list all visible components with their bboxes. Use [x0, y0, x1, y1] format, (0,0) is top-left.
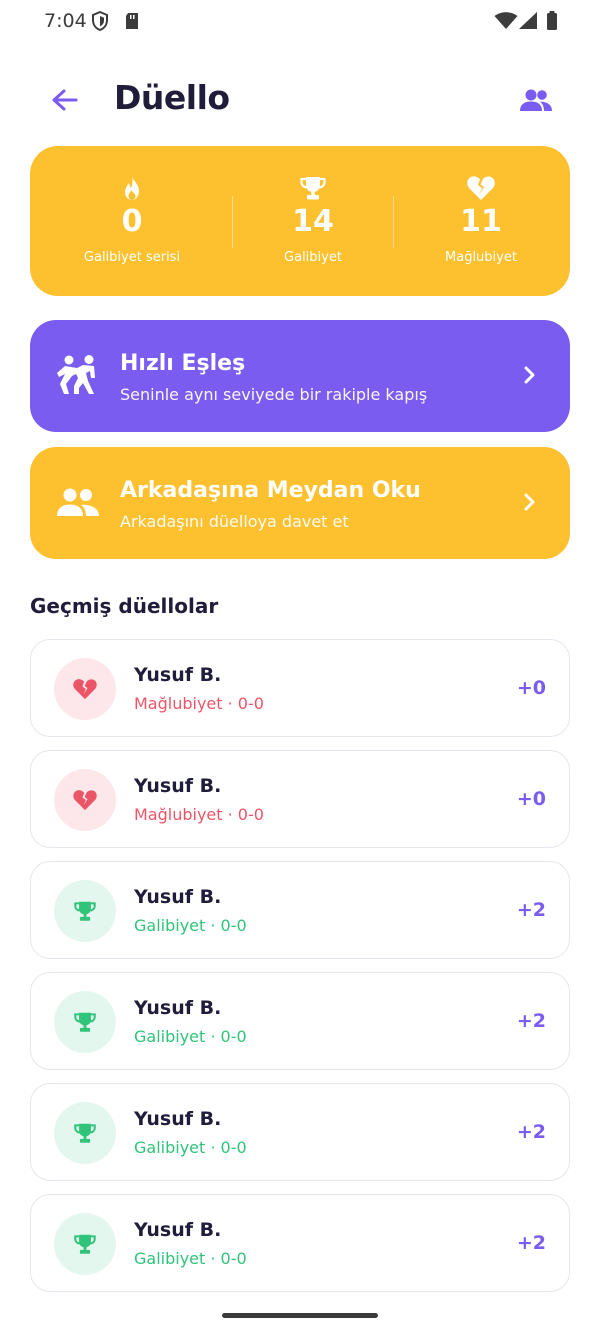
people-icon	[520, 89, 552, 111]
history-list: Yusuf B. Mağlubiyet · 0-0 +0 Yusuf B. Ma…	[30, 639, 570, 1305]
broken-heart-icon	[73, 790, 97, 811]
duel-result: Galibiyet · 0-0	[134, 1249, 247, 1268]
signal-icon	[518, 12, 538, 34]
broken-heart-icon	[467, 176, 495, 200]
duel-points: +2	[516, 1232, 546, 1254]
loss-badge	[54, 658, 116, 720]
opponent-name: Yusuf B.	[134, 1219, 222, 1241]
quick-match-button[interactable]: Hızlı Eşleş Seninle aynı seviyede bir ra…	[30, 320, 570, 432]
page-title: Düello	[114, 78, 230, 117]
duel-points: +2	[516, 899, 546, 921]
duel-history-item[interactable]: Yusuf B. Galibiyet · 0-0 +2	[30, 1194, 570, 1292]
duel-result: Mağlubiyet · 0-0	[134, 805, 264, 824]
opponent-name: Yusuf B.	[134, 886, 222, 908]
trophy-icon	[74, 1234, 96, 1254]
battery-icon	[546, 11, 558, 35]
duel-history-item[interactable]: Yusuf B. Galibiyet · 0-0 +2	[30, 1083, 570, 1181]
opponent-name: Yusuf B.	[134, 664, 222, 686]
quick-match-title: Hızlı Eşleş	[120, 351, 246, 376]
trophy-icon	[74, 1012, 96, 1032]
streak-stat: 0 Galibiyet serisi	[42, 174, 222, 265]
duel-result: Galibiyet · 0-0	[134, 916, 247, 935]
status-time: 7:04	[44, 10, 87, 32]
win-badge	[54, 1213, 116, 1275]
history-title: Geçmiş düellolar	[30, 594, 219, 618]
duel-points: +0	[516, 788, 546, 810]
opponent-name: Yusuf B.	[134, 775, 222, 797]
home-indicator[interactable]	[222, 1313, 378, 1318]
challenge-friend-button[interactable]: Arkadaşına Meydan Oku Arkadaşını düelloy…	[30, 447, 570, 559]
win-badge	[54, 880, 116, 942]
wins-label: Galibiyet	[284, 250, 342, 265]
wins-value: 14	[292, 204, 334, 239]
header: Düello	[0, 72, 600, 128]
arrow-left-icon	[52, 89, 78, 111]
duel-points: +0	[516, 677, 546, 699]
duel-history-item[interactable]: Yusuf B. Galibiyet · 0-0 +2	[30, 861, 570, 959]
wrestling-icon	[54, 353, 102, 397]
shield-icon	[91, 10, 109, 35]
wins-stat: 14 Galibiyet	[223, 174, 403, 265]
trophy-icon	[74, 1123, 96, 1143]
quick-match-subtitle: Seninle aynı seviyede bir rakiple kapış	[120, 385, 428, 404]
loss-badge	[54, 769, 116, 831]
trophy-icon	[74, 901, 96, 921]
duel-points: +2	[516, 1121, 546, 1143]
challenge-friend-subtitle: Arkadaşını düelloya davet et	[120, 512, 349, 531]
flame-icon	[125, 176, 139, 200]
duel-result: Galibiyet · 0-0	[134, 1027, 247, 1046]
status-bar: 7:04	[0, 0, 600, 44]
duel-points: +2	[516, 1010, 546, 1032]
duel-history-item[interactable]: Yusuf B. Mağlubiyet · 0-0 +0	[30, 750, 570, 848]
sd-card-icon	[124, 12, 140, 34]
win-badge	[54, 991, 116, 1053]
losses-label: Mağlubiyet	[445, 250, 517, 265]
trophy-icon	[300, 177, 326, 200]
friends-button[interactable]	[516, 84, 556, 116]
people-icon	[54, 480, 102, 524]
chevron-right-icon	[524, 493, 535, 511]
win-badge	[54, 1102, 116, 1164]
opponent-name: Yusuf B.	[134, 997, 222, 1019]
streak-value: 0	[121, 204, 143, 239]
stats-card: 0 Galibiyet serisi 14 Galibiyet 11 Mağlu…	[30, 146, 570, 296]
opponent-name: Yusuf B.	[134, 1108, 222, 1130]
losses-stat: 11 Mağlubiyet	[391, 174, 571, 265]
wifi-icon	[494, 12, 518, 34]
losses-value: 11	[460, 204, 502, 239]
challenge-friend-title: Arkadaşına Meydan Oku	[120, 478, 421, 503]
broken-heart-icon	[73, 679, 97, 700]
chevron-right-icon	[524, 366, 535, 384]
back-button[interactable]	[48, 84, 80, 116]
duel-history-item[interactable]: Yusuf B. Galibiyet · 0-0 +2	[30, 972, 570, 1070]
duel-history-item[interactable]: Yusuf B. Mağlubiyet · 0-0 +0	[30, 639, 570, 737]
duel-result: Galibiyet · 0-0	[134, 1138, 247, 1157]
streak-label: Galibiyet serisi	[83, 250, 181, 265]
duel-result: Mağlubiyet · 0-0	[134, 694, 264, 713]
